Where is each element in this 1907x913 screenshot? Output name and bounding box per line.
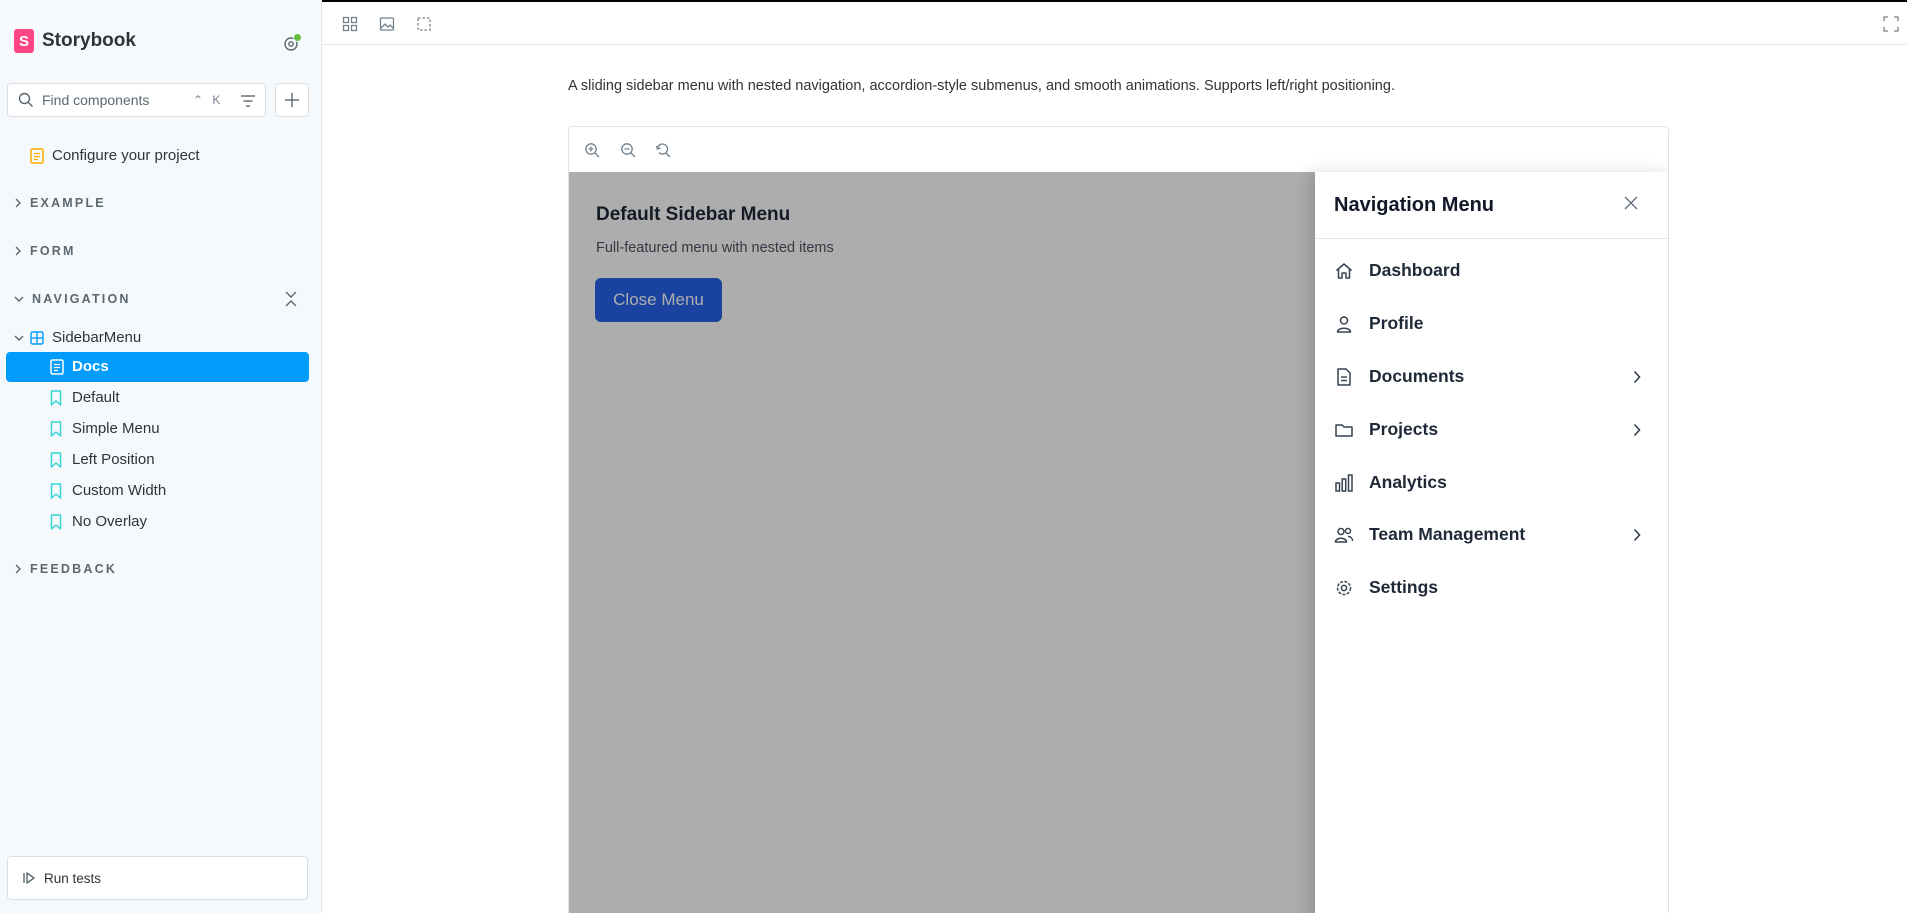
- chevron-right-icon: [15, 198, 21, 208]
- story-custom-width[interactable]: Custom Width: [6, 476, 309, 506]
- section-form-label: FORM: [30, 244, 76, 258]
- drawer-header: Navigation Menu: [1315, 172, 1668, 239]
- story-canvas: Default Sidebar Menu Full-featured menu …: [569, 172, 1668, 913]
- chevron-right-icon: [1633, 528, 1641, 542]
- story-custom-width-label: Custom Width: [72, 482, 167, 499]
- bookmark-icon: [50, 421, 62, 437]
- menu-item-label: Analytics: [1369, 472, 1447, 492]
- menu-item-label: Projects: [1369, 419, 1439, 439]
- drawer-title: Navigation Menu: [1334, 194, 1495, 216]
- measure-icon[interactable]: [416, 16, 432, 32]
- storybook-logo-icon: S: [14, 29, 34, 53]
- filter-icon[interactable]: [240, 93, 256, 109]
- close-icon[interactable]: [1624, 196, 1638, 210]
- chevron-down-icon: [14, 335, 24, 341]
- story-default-label: Default: [72, 389, 120, 406]
- story-left-position[interactable]: Left Position: [6, 445, 309, 475]
- story-left-position-label: Left Position: [72, 451, 155, 468]
- section-feedback-label: FEEDBACK: [30, 562, 118, 576]
- fullscreen-icon[interactable]: [1883, 16, 1899, 32]
- bookmark-icon: [50, 514, 62, 530]
- search-shortcut: ⌃ K: [193, 93, 224, 107]
- bar-chart-icon: [1335, 474, 1353, 492]
- menu-item-label: Dashboard: [1369, 260, 1461, 280]
- menu-item-label: Profile: [1369, 313, 1424, 333]
- folder-icon: [1335, 424, 1353, 437]
- bookmark-icon: [50, 390, 62, 406]
- run-tests-button[interactable]: Run tests: [7, 856, 308, 900]
- home-icon: [1336, 263, 1352, 279]
- menu-item-dashboard[interactable]: Dashboard: [1315, 245, 1668, 298]
- main-panel: SidebarMenu A sliding sidebar menu with …: [322, 0, 1907, 913]
- section-example[interactable]: EXAMPLE: [14, 196, 106, 210]
- menu-item-analytics[interactable]: Analytics: [1315, 457, 1668, 510]
- component-label: SidebarMenu: [52, 329, 142, 346]
- collapse-all-icon[interactable]: [284, 290, 298, 308]
- document-icon: [30, 147, 44, 164]
- document-icon: [1337, 368, 1351, 386]
- story-docs[interactable]: Docs: [6, 352, 309, 382]
- section-form[interactable]: FORM: [14, 244, 76, 258]
- plus-icon: [285, 93, 299, 107]
- zoom-out-icon[interactable]: [620, 142, 636, 158]
- story-default[interactable]: Default: [6, 383, 309, 413]
- toolbar: [322, 0, 1907, 45]
- grid-icon[interactable]: [342, 16, 358, 32]
- story-simple-menu[interactable]: Simple Menu: [6, 414, 309, 444]
- menu-item-label: Settings: [1369, 577, 1439, 597]
- users-icon: [1334, 527, 1354, 543]
- document-icon: [50, 359, 64, 375]
- add-component-button[interactable]: [275, 83, 309, 117]
- search-icon: [18, 92, 33, 107]
- section-feedback[interactable]: FEEDBACK: [14, 562, 117, 576]
- search-box[interactable]: ⌃ K: [7, 83, 266, 117]
- settings-button[interactable]: [281, 33, 303, 55]
- menu-item-label: Documents: [1369, 366, 1465, 386]
- component-icon: [30, 330, 44, 345]
- story-simple-menu-label: Simple Menu: [72, 420, 160, 437]
- section-navigation[interactable]: NAVIGATION: [14, 292, 131, 306]
- preview-toolbar: [569, 127, 1668, 173]
- run-tests-label: Run tests: [44, 870, 102, 886]
- story-preview: Default Sidebar Menu Full-featured menu …: [568, 126, 1669, 913]
- user-icon: [1336, 316, 1352, 333]
- menu-item-projects[interactable]: Projects: [1315, 404, 1668, 457]
- zoom-in-icon[interactable]: [584, 142, 600, 158]
- gear-icon: [1336, 580, 1352, 596]
- configure-project-link[interactable]: Configure your project: [30, 147, 200, 164]
- notification-dot: [293, 33, 302, 42]
- app-name: Storybook: [42, 30, 136, 51]
- search-input[interactable]: [40, 91, 189, 109]
- menu-item-team-management[interactable]: Team Management: [1315, 509, 1668, 562]
- chevron-right-icon: [15, 246, 21, 256]
- configure-project-label: Configure your project: [52, 147, 200, 164]
- story-no-overlay[interactable]: No Overlay: [6, 507, 309, 537]
- story-docs-label: Docs: [72, 358, 109, 375]
- zoom-reset-icon[interactable]: [655, 142, 671, 158]
- component-sidebarmenu[interactable]: SidebarMenu: [14, 329, 141, 346]
- section-example-label: EXAMPLE: [30, 196, 106, 210]
- menu-item-documents[interactable]: Documents: [1315, 351, 1668, 404]
- navigation-drawer: Navigation Menu Dashboard Profile Docume…: [1315, 172, 1668, 913]
- chevron-right-icon: [1633, 423, 1641, 437]
- menu-item-profile[interactable]: Profile: [1315, 298, 1668, 351]
- bookmark-icon: [50, 483, 62, 499]
- storybook-brand[interactable]: S Storybook: [14, 29, 136, 53]
- menu-item-label: Team Management: [1369, 524, 1526, 544]
- section-navigation-label: NAVIGATION: [32, 292, 131, 306]
- chevron-down-icon: [14, 296, 24, 302]
- image-icon[interactable]: [379, 16, 395, 32]
- story-no-overlay-label: No Overlay: [72, 513, 148, 530]
- bookmark-icon: [50, 452, 62, 468]
- sidebar: S Storybook ⌃ K: [0, 0, 322, 913]
- play-icon: [23, 872, 35, 884]
- page-description: A sliding sidebar menu with nested navig…: [568, 78, 1395, 94]
- chevron-right-icon: [15, 564, 21, 574]
- chevron-right-icon: [1633, 370, 1641, 384]
- menu-item-settings[interactable]: Settings: [1315, 562, 1668, 615]
